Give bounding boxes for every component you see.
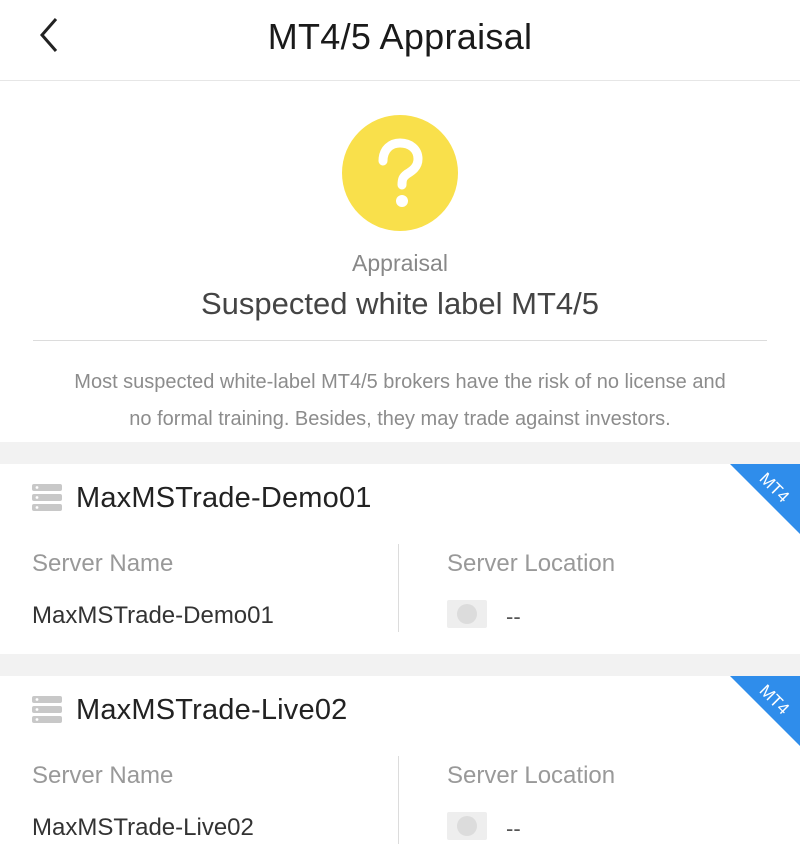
server-card-header: MaxMSTrade-Live02 <box>32 690 347 730</box>
server-card-title: MaxMSTrade-Demo01 <box>76 481 372 514</box>
location-flag <box>447 812 487 840</box>
appraisal-description: Most suspected white-label MT4/5 brokers… <box>30 364 770 438</box>
mt4-tag: MT4 <box>730 464 800 534</box>
appraisal-label: Appraisal <box>352 250 448 276</box>
server-icon <box>32 696 62 723</box>
appraisal-badge <box>342 115 458 231</box>
page-title: MT4/5 Appraisal <box>267 16 533 57</box>
globe-icon <box>457 604 477 624</box>
server-location-label: Server Location <box>447 762 616 789</box>
globe-icon <box>457 816 477 836</box>
server-card[interactable]: MT4 MaxMSTrade-Demo01 Server Name MaxMST… <box>0 464 800 654</box>
server-name-label: Server Name <box>32 550 174 577</box>
location-flag <box>447 600 487 628</box>
section-gap <box>0 654 800 676</box>
description-line: Most suspected white-label MT4/5 brokers… <box>74 371 726 393</box>
server-name-label: Server Name <box>32 762 174 789</box>
server-icon <box>32 484 62 511</box>
server-location-value: -- <box>506 816 521 841</box>
question-mark-icon <box>378 138 423 207</box>
column-divider <box>398 756 399 844</box>
server-card-title: MaxMSTrade-Live02 <box>76 693 348 726</box>
server-card-header: MaxMSTrade-Demo01 <box>32 478 372 518</box>
server-location-label: Server Location <box>447 550 616 577</box>
column-divider <box>398 544 399 632</box>
server-name-value: MaxMSTrade-Demo01 <box>32 602 274 629</box>
description-line: no formal training. Besides, they may tr… <box>129 408 671 430</box>
server-card[interactable]: MT4 MaxMSTrade-Live02 Server Name MaxMST… <box>0 676 800 856</box>
section-gap <box>0 442 800 464</box>
top-bar: MT4/5 Appraisal <box>0 0 800 81</box>
appraisal-verdict: Suspected white label MT4/5 <box>200 286 600 321</box>
server-name-value: MaxMSTrade-Live02 <box>32 814 254 841</box>
mt4-tag: MT4 <box>730 676 800 746</box>
server-location-value: -- <box>506 604 521 629</box>
divider <box>33 340 767 341</box>
